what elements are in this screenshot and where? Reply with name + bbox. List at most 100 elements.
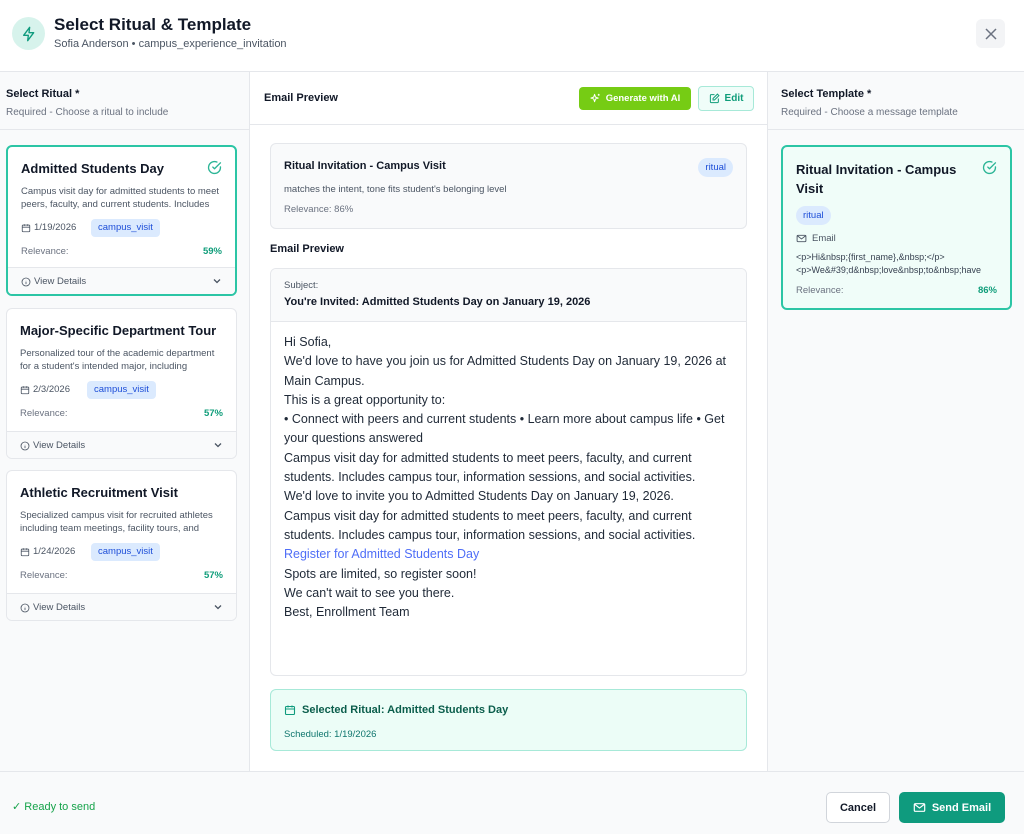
email-greeting: Hi Sofia,: [284, 335, 332, 349]
email-bullets: • Connect with peers and current student…: [284, 412, 725, 446]
email-paragraph: We'd love to invite you to Admitted Stud…: [284, 489, 674, 504]
selected-ritual-summary: Selected Ritual: Admitted Students Day S…: [270, 689, 747, 751]
template-panel-header: Select Template * Required - Choose a me…: [768, 72, 1024, 130]
email-paragraph: Campus visit day for admitted students t…: [284, 450, 696, 485]
ritual-date: 1/19/2026: [21, 222, 76, 233]
modal-title: Select Ritual & Template: [54, 15, 252, 34]
template-card[interactable]: Ritual Invitation - Campus Visit ritual …: [781, 145, 1012, 310]
ritual-tag: campus_visit: [87, 381, 156, 399]
relevance-label: Relevance:: [796, 285, 844, 296]
chevron-down-icon: [213, 279, 221, 284]
relevance-label: Relevance:: [20, 408, 68, 419]
template-panel-subtitle: Required - Choose a message template: [781, 107, 958, 118]
relevance-label: Relevance:: [21, 246, 69, 257]
generate-with-ai-button[interactable]: Generate with AI: [579, 87, 691, 110]
relevance-value: 57%: [203, 408, 223, 419]
relevance-value: 59%: [202, 246, 222, 257]
ritual-panel-subtitle: Required - Choose a ritual to include: [6, 107, 169, 118]
chevron-down-icon: [214, 605, 222, 610]
mail-icon: [796, 234, 807, 243]
ritual-date-text: 1/24/2026: [33, 546, 76, 557]
template-panel-title: Select Template *: [781, 88, 872, 100]
ritual-card[interactable]: Major-Specific Department Tour Personali…: [6, 308, 237, 459]
template-html-preview: <p>Hi&nbsp;{first_name},&nbsp;</p> <p>We…: [796, 251, 1000, 277]
ritual-date-text: 2/3/2026: [33, 384, 70, 395]
email-subject: Subject: You're Invited: Admitted Studen…: [271, 269, 746, 322]
ritual-date: 2/3/2026: [20, 384, 70, 395]
calendar-icon: [21, 223, 31, 232]
view-details: View Details: [21, 276, 86, 287]
ritual-card[interactable]: Admitted Students Day Campus visit day f…: [6, 145, 237, 296]
view-details: View Details: [20, 440, 85, 451]
modal-header: Select Ritual & Template Sofia Anderson …: [0, 0, 1024, 72]
register-link[interactable]: Register for Admitted Students Day: [284, 545, 736, 564]
ritual-date: 1/24/2026: [20, 546, 75, 557]
chevron-down-icon: [214, 443, 222, 448]
send-email-label: Send Email: [931, 801, 992, 814]
template-html-line: <p>Hi&nbsp;{first_name},&nbsp;</p>: [796, 252, 945, 262]
email-paragraph: Campus visit day for admitted students t…: [284, 508, 696, 542]
ritual-card[interactable]: Athletic Recruitment Visit Specialized c…: [6, 470, 237, 621]
edit-icon: [709, 93, 720, 104]
email-preview: Subject: You're Invited: Admitted Studen…: [270, 268, 747, 676]
selected-ritual-scheduled: Scheduled: 1/19/2026: [284, 729, 377, 740]
template-html-line: <p>We&#39;d&nbsp;love&nbsp;to&nbsp;have: [796, 265, 981, 275]
ritual-description: Specialized campus visit for recruited a…: [20, 510, 213, 534]
ritual-tag: campus_visit: [91, 543, 160, 561]
info-icon: [21, 277, 31, 286]
view-details-toggle[interactable]: View Details: [7, 431, 236, 458]
view-details: View Details: [20, 602, 85, 613]
selected-ritual-label: Selected Ritual: Admitted Students Day: [302, 704, 509, 716]
email-preview-label: Email Preview: [270, 243, 344, 255]
edit-label: Edit: [724, 93, 744, 104]
view-details-toggle[interactable]: View Details: [8, 267, 235, 294]
preview-panel-header: Email Preview Generate with AI Edit: [250, 72, 767, 125]
ritual-description: Personalized tour of the academic depart…: [20, 348, 215, 372]
calendar-icon: [20, 385, 30, 394]
template-summary: Ritual Invitation - Campus Visit ritual …: [270, 143, 747, 229]
ritual-panel-title: Select Ritual *: [6, 88, 80, 100]
template-panel: Select Template * Required - Choose a me…: [767, 72, 1024, 771]
ritual-name: Admitted Students Day: [21, 161, 165, 176]
edit-button[interactable]: Edit: [698, 86, 754, 111]
ritual-name: Athletic Recruitment Visit: [20, 485, 178, 500]
modal-footer: ✓ Ready to send Cancel Send Email: [0, 771, 1024, 834]
template-type-badge: ritual: [796, 206, 831, 225]
template-name: Ritual Invitation - Campus Visit: [796, 162, 957, 196]
check-circle-icon: [982, 160, 997, 175]
template-type-badge: ritual: [698, 158, 733, 177]
subject-label: Subject:: [284, 280, 319, 291]
close-icon: [984, 27, 997, 40]
view-details-label: View Details: [34, 276, 87, 287]
email-paragraph: This is a great opportunity to:: [284, 392, 446, 407]
template-channel: Email: [796, 233, 836, 244]
generate-with-ai-label: Generate with AI: [605, 93, 681, 104]
lightning-icon: [12, 17, 45, 50]
selected-ritual-title: Selected Ritual: Admitted Students Day: [284, 704, 508, 716]
view-details-label: View Details: [33, 602, 86, 613]
view-details-toggle[interactable]: View Details: [7, 593, 236, 620]
ritual-name: Major-Specific Department Tour: [20, 323, 217, 338]
ritual-panel: Select Ritual * Required - Choose a ritu…: [0, 72, 250, 771]
ready-status: ✓ Ready to send: [12, 801, 96, 813]
cancel-button[interactable]: Cancel: [826, 792, 890, 823]
preview-panel-title: Email Preview: [264, 92, 338, 104]
template-channel-label: Email: [812, 233, 836, 244]
email-paragraph: We'd love to have you join us for Admitt…: [284, 354, 727, 388]
email-paragraph: We can't wait to see you there.: [284, 585, 455, 600]
sparkles-icon: [590, 93, 600, 103]
calendar-icon: [284, 705, 296, 716]
info-icon: [20, 603, 30, 612]
ritual-description: Campus visit day for admitted students t…: [21, 186, 220, 210]
email-paragraph: Spots are limited, so register soon!: [284, 566, 477, 581]
mail-icon: [913, 803, 926, 812]
relevance-value: 86%: [977, 285, 997, 296]
template-match-reason: matches the intent, tone fits student's …: [284, 184, 507, 195]
ritual-tag: campus_visit: [91, 219, 160, 237]
template-relevance: Relevance: 86%: [284, 204, 354, 215]
send-email-button[interactable]: Send Email: [899, 792, 1005, 823]
close-button[interactable]: [976, 19, 1005, 48]
calendar-icon: [20, 547, 30, 556]
email-body: Hi Sofia, We'd love to have you join us …: [284, 333, 736, 622]
info-icon: [20, 441, 30, 450]
